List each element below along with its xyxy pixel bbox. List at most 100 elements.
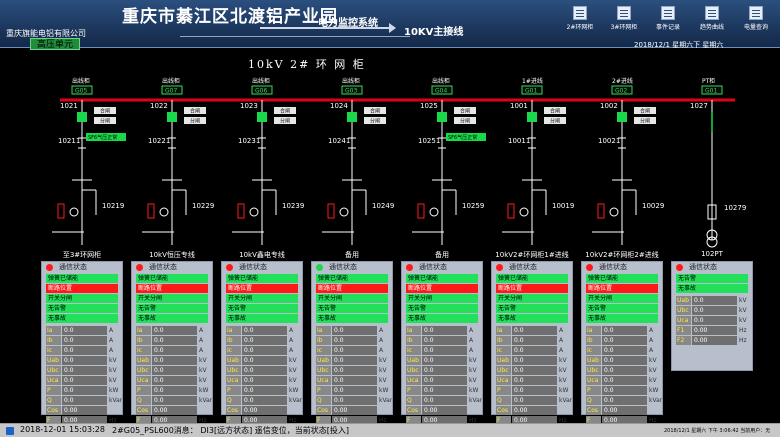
measurement-value: 0.0 <box>422 346 467 355</box>
measurement-name: Uca <box>406 376 421 385</box>
measurement-unit: kW <box>649 387 659 394</box>
measurement-row: Q 0.0 kVar <box>316 396 392 405</box>
event-icon <box>6 427 14 435</box>
measurement-name: Ia <box>496 326 511 335</box>
measurement-name: Ic <box>226 346 241 355</box>
measurement-row: Q 0.0 kVar <box>226 396 302 405</box>
measurement-value: 0.0 <box>332 396 377 405</box>
breaker-closed <box>77 112 87 122</box>
bay-status-panel: 通信状态 无告警 无事故 Uab 0.0 kV Ubc 0.0 kV Uca 0.0 kV F1 0.00… <box>671 261 753 371</box>
measurement-unit: kV <box>109 367 117 374</box>
breaker-closed <box>437 112 447 122</box>
status-indicator: 无告警 <box>46 304 118 313</box>
arrester <box>417 203 425 219</box>
status-indicator: 无事故 <box>496 314 568 323</box>
measurement-unit: kV <box>289 367 297 374</box>
status-user-info: 2018/12/1 星期六 下午 3:06:42 当前用户：无 <box>664 428 771 434</box>
measurement-name: Cos <box>316 406 331 415</box>
voltage-indicator <box>519 207 529 217</box>
close-button-label: 合闸 <box>370 108 380 115</box>
measurement-table: Ia 0.0 A Ib 0.0 A Ic 0.0 A Uab 0.0 kV Ubc 0.0 kV Uca 0.0… <box>226 326 302 425</box>
measurement-name: Q <box>226 396 241 405</box>
breaker-closed <box>347 112 357 122</box>
status-indicator: 开关分闸 <box>586 294 658 303</box>
measurement-unit: A <box>289 327 294 334</box>
measurement-row: Uab 0.0 kV <box>496 356 568 365</box>
status-indicator: 开关分闸 <box>136 294 208 303</box>
measurement-name: P <box>316 386 331 395</box>
comm-status: 通信状态 <box>222 262 302 273</box>
close-button-label: 合闸 <box>280 108 290 115</box>
measurement-unit: kV <box>109 357 117 364</box>
cabinet-label: 出线柜 <box>72 77 90 85</box>
measurement-row: Uca 0.0 kV <box>676 316 748 325</box>
measurement-row: Q 0.0 kVar <box>136 396 212 405</box>
measurement-unit: kW <box>289 387 299 394</box>
cabinet-label: PT柜 <box>702 77 715 85</box>
switch-number: 1023 <box>240 102 258 110</box>
measurement-value: 0.0 <box>602 396 647 405</box>
measurement-name: Uca <box>136 376 151 385</box>
status-indicator: 弹簧已储能 <box>46 274 118 283</box>
status-message: 2#G05_PSL600消息： DI3[远方状态] 遥信变位，当前状态[投入] <box>112 426 349 435</box>
measurement-name: Uca <box>46 376 61 385</box>
measurement-name: Cos <box>496 406 511 415</box>
measurement-row: Ib 0.0 A <box>226 336 298 345</box>
ground-switch-number: 10249 <box>372 202 394 210</box>
measurement-row: Ubc 0.0 kV <box>136 366 208 375</box>
measurement-unit: Hz <box>739 337 747 344</box>
measurement-value: 0.0 <box>242 376 287 385</box>
measurement-name: Uab <box>676 296 691 305</box>
cabinet-label: 出线柜 <box>252 77 270 85</box>
measurement-name: Uab <box>406 356 421 365</box>
measurement-value: 0.0 <box>422 356 467 365</box>
earth-switch-number: 10221 <box>148 137 170 145</box>
measurement-unit: kW <box>379 387 389 394</box>
switch-number: 1027 <box>690 102 708 110</box>
feeder-label: 10kV恒压专线 <box>149 251 195 259</box>
measurement-value: 0.0 <box>692 296 737 305</box>
measurement-unit: Hz <box>739 327 747 334</box>
measurement-name: Q <box>46 396 61 405</box>
comm-status-label: 通信状态 <box>239 263 267 271</box>
measurement-value: 0.0 <box>602 346 647 355</box>
measurement-name: Ib <box>136 336 151 345</box>
measurement-unit: A <box>109 347 114 354</box>
measurement-row: Uca 0.0 kV <box>406 376 478 385</box>
measurement-name: Q <box>136 396 151 405</box>
measurement-unit: A <box>469 347 474 354</box>
status-indicator: 无告警 <box>226 304 298 313</box>
measurement-value: 0.0 <box>602 386 647 395</box>
measurement-row: Ic 0.0 A <box>136 346 208 355</box>
measurement-row: Uab 0.0 kV <box>136 356 208 365</box>
measurement-unit: A <box>109 337 114 344</box>
ground-switch-number: 10259 <box>462 202 484 210</box>
switch-number: 1001 <box>510 102 528 110</box>
close-button-label: 合闸 <box>640 108 650 115</box>
measurement-unit: kVar <box>559 397 573 404</box>
arrester <box>57 203 65 219</box>
arrester <box>597 203 605 219</box>
measurement-value: 0.00 <box>602 406 647 415</box>
measurement-value: 0.0 <box>152 356 197 365</box>
measurement-unit: kV <box>199 367 207 374</box>
measurement-unit: kV <box>289 377 297 384</box>
measurement-table: Uab 0.0 kV Ubc 0.0 kV Uca 0.0 kV F1 0.00 Hz F2 0.00 Hz <box>676 296 748 345</box>
measurement-row: Ia 0.0 A <box>496 326 568 335</box>
sf6-pressure-label: SF6气压正常 <box>88 134 117 141</box>
measurement-value: 0.0 <box>62 356 107 365</box>
measurement-unit: kV <box>559 367 567 374</box>
bay-status-panel: 通信状态 弹簧已储能 断路位置 开关分闸 无告警 无事故 Ia 0.0 A Ib 0.0 A Ic 0.0… <box>491 261 573 425</box>
measurement-row: Uca 0.0 kV <box>46 376 118 385</box>
measurement-unit: kVar <box>469 397 483 404</box>
status-indicator: 开关分闸 <box>316 294 388 303</box>
measurement-value: 0.0 <box>422 326 467 335</box>
measurement-row: Ic 0.0 A <box>46 346 118 355</box>
earth-switch-number: 10211 <box>58 137 80 145</box>
breaker-closed <box>617 112 627 122</box>
measurement-unit: kV <box>649 377 657 384</box>
voltage-indicator <box>609 207 619 217</box>
measurement-value: 0.0 <box>62 366 107 375</box>
measurement-name: Ic <box>136 346 151 355</box>
comm-status-label: 通信状态 <box>149 263 177 271</box>
